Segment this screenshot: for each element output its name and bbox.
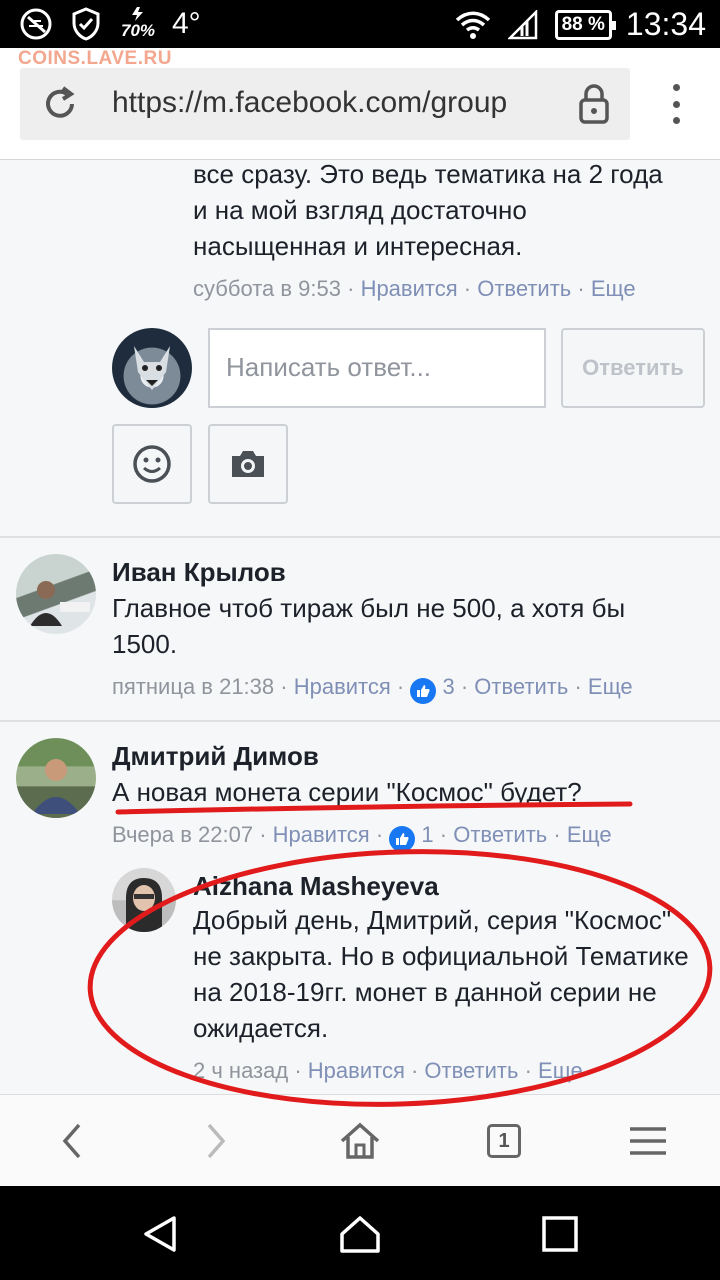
signal-icon: [505, 7, 541, 43]
comment-author-name[interactable]: Дмитрий Димов: [112, 738, 319, 774]
nav-recents-icon[interactable]: [538, 1212, 582, 1256]
reply-input-placeholder: Написать ответ...: [226, 352, 432, 382]
reply-author-avatar[interactable]: [112, 868, 176, 932]
reply-input[interactable]: Написать ответ...: [208, 328, 546, 408]
reply-meta: 2 ч назад · Нравится · Ответить · Еще: [193, 1058, 583, 1083]
camera-icon: [232, 451, 264, 477]
more-link[interactable]: Еще: [588, 674, 633, 699]
emoji-icon: [133, 445, 171, 483]
comment-meta: пятница в 21:38 · Нравится · 3 · Ответит…: [112, 674, 633, 704]
nav-home-icon[interactable]: [338, 1212, 382, 1256]
lock-icon[interactable]: [576, 82, 612, 131]
more-link[interactable]: Еще: [591, 276, 636, 301]
like-link[interactable]: Нравится: [294, 674, 391, 699]
timestamp[interactable]: пятница в 21:38: [112, 674, 274, 699]
comment-author-name[interactable]: Иван Крылов: [112, 554, 286, 590]
prev-reply-meta: суббота в 9:53 · Нравится · Ответить · Е…: [193, 276, 636, 301]
reply-link[interactable]: Ответить: [453, 822, 547, 847]
comment-divider: [0, 536, 720, 538]
reload-icon[interactable]: [38, 82, 82, 131]
overflow-menu-icon[interactable]: [662, 84, 690, 124]
clock: 13:34: [625, 6, 706, 42]
battery-saver-icon: 70%: [118, 6, 158, 42]
tabs-icon[interactable]: 1: [480, 1117, 528, 1165]
comment-divider: [0, 720, 720, 722]
reply-author-name[interactable]: Aizhana Masheyeva: [193, 868, 439, 904]
like-link[interactable]: Нравится: [308, 1058, 405, 1083]
browser-toolbar: 1: [0, 1094, 720, 1186]
battery-saver-text: 70%: [120, 21, 156, 40]
hamburger-menu-icon[interactable]: [624, 1117, 672, 1165]
timestamp[interactable]: Вчера в 22:07: [112, 822, 253, 847]
comment-text: Главное чтоб тираж был не 500, а хотя бы…: [112, 593, 626, 659]
comment-text: А новая монета серии "Космос" будет?: [112, 777, 582, 807]
status-bar: 70% 4° 88 % 13:34: [0, 0, 720, 48]
like-count-icon: [410, 678, 437, 704]
nav-back-icon[interactable]: [138, 1212, 182, 1256]
wifi-icon: [455, 7, 491, 43]
url-text[interactable]: https://m.facebook.com/group: [112, 86, 542, 120]
back-icon[interactable]: [48, 1117, 96, 1165]
timestamp[interactable]: 2 ч назад: [193, 1058, 288, 1083]
home-icon[interactable]: [336, 1117, 384, 1165]
more-link[interactable]: Еще: [538, 1058, 583, 1083]
temperature: 4°: [172, 7, 201, 40]
reply-submit-button[interactable]: Ответить: [561, 328, 705, 408]
like-count[interactable]: 1: [421, 822, 433, 847]
tab-count: 1: [498, 1129, 510, 1152]
emoji-button[interactable]: [112, 424, 192, 504]
battery-level: 88 %: [561, 13, 605, 35]
comment-author-avatar[interactable]: [16, 554, 96, 634]
like-link[interactable]: Нравится: [273, 822, 370, 847]
like-link[interactable]: Нравится: [361, 276, 458, 301]
comment-meta: Вчера в 22:07 · Нравится · 1 · Ответить …: [112, 822, 612, 852]
reply-link[interactable]: Ответить: [424, 1058, 518, 1083]
prev-reply-text: все сразу. Это ведь тематика на 2 года и…: [193, 160, 663, 261]
reply-link[interactable]: Ответить: [474, 674, 568, 699]
url-box[interactable]: https://m.facebook.com/group: [20, 68, 630, 140]
like-count-icon: [389, 826, 416, 852]
forward-icon[interactable]: [192, 1117, 240, 1165]
comment-thread: все сразу. Это ведь тематика на 2 года и…: [0, 160, 720, 1094]
more-link[interactable]: Еще: [567, 822, 612, 847]
timestamp[interactable]: суббота в 9:53: [193, 276, 341, 301]
current-user-avatar: [112, 328, 192, 408]
reply-text: Добрый день, Дмитрий, серия "Космос" не …: [193, 905, 689, 1043]
comment-author-avatar[interactable]: [16, 738, 96, 818]
battery-icon: 88 %: [554, 9, 617, 40]
watermark: COINS.LAVE.RU: [18, 48, 172, 69]
no-sim-icon: [18, 6, 54, 42]
shield-icon: [68, 6, 104, 42]
reply-link[interactable]: Ответить: [477, 276, 571, 301]
camera-button[interactable]: [208, 424, 288, 504]
android-nav-bar: [0, 1186, 720, 1280]
like-count[interactable]: 3: [442, 674, 454, 699]
